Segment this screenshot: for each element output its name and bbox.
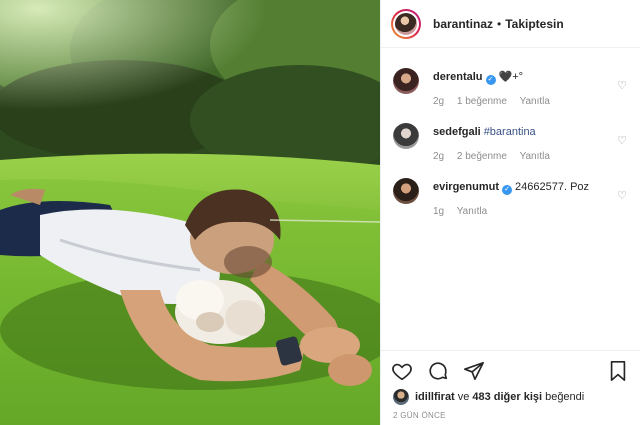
likes-suffix: beğendi — [545, 391, 585, 403]
post-image — [0, 0, 380, 425]
likes-count[interactable]: 483 diğer kişi — [472, 391, 542, 403]
comment-like-icon[interactable]: ♡ — [617, 79, 627, 92]
comment-username[interactable]: sedefgali — [433, 126, 481, 138]
comment-meta: 1g Yanıtla — [433, 206, 497, 217]
comment-likes[interactable]: 2 beğenme — [457, 151, 507, 162]
reply-button[interactable]: Yanıtla — [520, 96, 550, 107]
heart-icon[interactable] — [391, 360, 413, 382]
verified-badge-icon: ✓ — [502, 185, 513, 195]
comment-text: 🖤+° — [498, 71, 524, 83]
comment-item: evirgenumut ✓ 24662577. Poz 1g Yanıtla ♡ — [381, 172, 640, 227]
comment-hashtag[interactable]: #barantina — [484, 126, 536, 138]
reply-button[interactable]: Yanıtla — [457, 206, 487, 217]
comment-icon[interactable] — [427, 360, 449, 382]
comment-meta: 2g 2 beğenme Yanıtla — [433, 151, 560, 162]
commenter-avatar[interactable] — [393, 178, 419, 204]
author-username[interactable]: barantinaz — [433, 17, 493, 31]
verified-badge-icon: ✓ — [485, 75, 496, 85]
comment-item: derentalu ✓ 🖤+° 2g 1 beğenme Yanıtla ♡ — [381, 62, 640, 117]
post-date[interactable]: 2 GÜN ÖNCE — [393, 411, 446, 420]
header-separator: • — [497, 16, 502, 31]
commenter-avatar[interactable] — [393, 68, 419, 94]
comment-list: derentalu ✓ 🖤+° 2g 1 beğenme Yanıtla ♡ sed… — [381, 62, 640, 227]
liker-username[interactable]: idillfirat — [415, 391, 455, 403]
comment-time[interactable]: 1g — [433, 206, 444, 217]
share-icon[interactable] — [463, 360, 485, 382]
post-sidebar: barantinaz • Takiptesin derentalu ✓ 🖤+° 2g… — [380, 0, 640, 425]
comment-username[interactable]: evirgenumut — [433, 181, 499, 193]
commenter-avatar[interactable] — [393, 123, 419, 149]
comment-username[interactable]: derentalu — [433, 71, 483, 83]
author-avatar[interactable] — [391, 8, 421, 39]
comment-time[interactable]: 2g — [433, 151, 444, 162]
liker-avatar[interactable] — [393, 389, 409, 405]
comment-likes[interactable]: 1 beğenme — [457, 96, 507, 107]
likes-summary: idillfirat ve 483 diğer kişi beğendi — [393, 389, 587, 405]
comment-time[interactable]: 2g — [433, 96, 444, 107]
bookmark-icon[interactable] — [607, 360, 629, 382]
post-actions: idillfirat ve 483 diğer kişi beğendi 2 G… — [381, 350, 640, 425]
comment-like-icon[interactable]: ♡ — [617, 134, 627, 147]
post-header: barantinaz • Takiptesin — [381, 0, 640, 48]
comment-meta: 2g 1 beğenme Yanıtla — [433, 96, 560, 107]
reply-button[interactable]: Yanıtla — [520, 151, 550, 162]
comment-text: 24662577. Poz — [515, 181, 590, 193]
post-photo[interactable] — [0, 0, 380, 425]
comment-item: sedefgali #barantina 2g 2 beğenme Yanıtla… — [381, 117, 640, 172]
comment-like-icon[interactable]: ♡ — [617, 189, 627, 202]
likes-connector: ve — [457, 391, 470, 403]
follow-status[interactable]: Takiptesin — [505, 17, 563, 31]
